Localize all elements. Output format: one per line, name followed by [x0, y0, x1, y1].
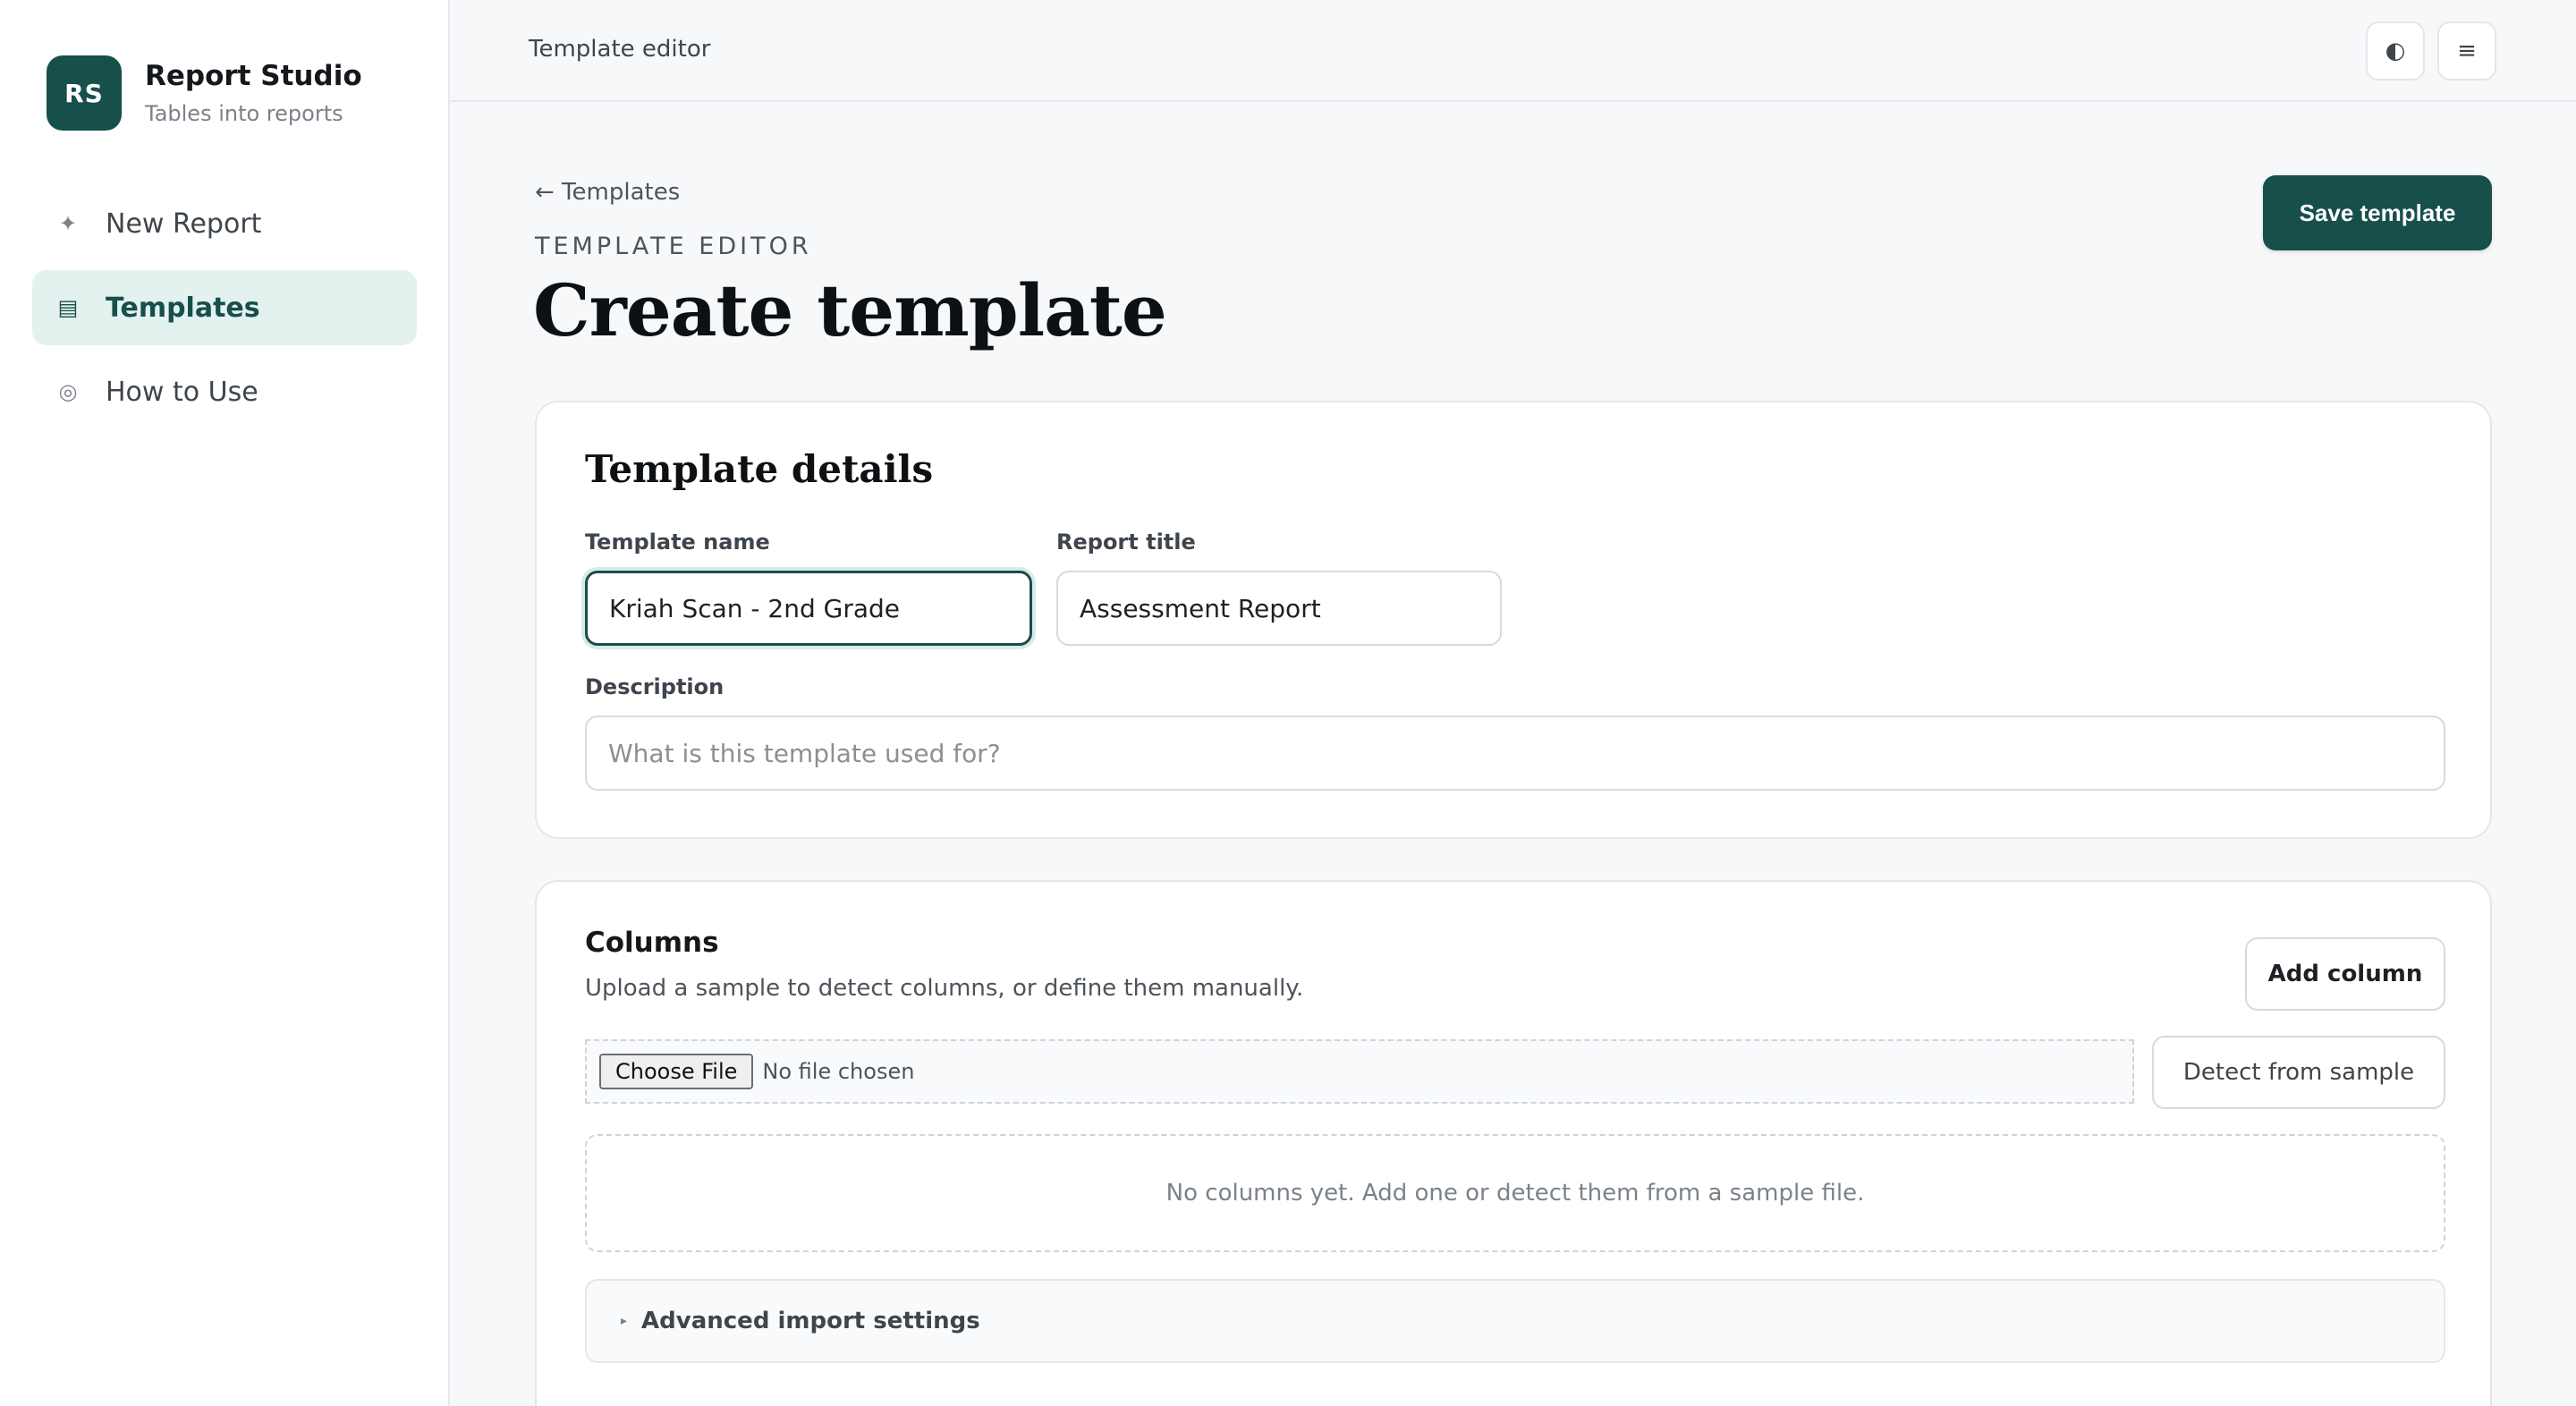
brand-subtitle: Tables into reports: [145, 101, 343, 126]
template-details-title: Template details: [585, 447, 934, 491]
back-to-templates-link[interactable]: ← Templates: [535, 179, 680, 206]
template-details-card: Template details Template name Report ti…: [535, 401, 2492, 839]
brand: RS Report Studio Tables into reports: [47, 55, 362, 131]
report-title-label: Report title: [1056, 529, 1196, 555]
file-upload-zone[interactable]: Choose File No file chosen: [585, 1039, 2134, 1104]
sidebar-item-how-to-use[interactable]: ◎ How to Use: [32, 354, 417, 429]
columns-card: Columns Upload a sample to detect column…: [535, 880, 2492, 1406]
page-title: Create template: [533, 268, 1167, 352]
save-template-button[interactable]: Save template: [2263, 175, 2492, 250]
add-column-button[interactable]: Add column: [2245, 937, 2445, 1011]
description-label: Description: [585, 674, 724, 699]
columns-subtitle: Upload a sample to detect columns, or de…: [585, 975, 1304, 1002]
topbar-title: Template editor: [529, 36, 711, 63]
template-name-label: Template name: [585, 529, 770, 555]
contrast-icon: ◐: [2385, 38, 2406, 64]
columns-empty-state: No columns yet. Add one or detect them f…: [585, 1134, 2445, 1252]
advanced-import-settings-label: Advanced import settings: [641, 1308, 980, 1334]
sidebar: RS Report Studio Tables into reports ✦ N…: [0, 0, 450, 1406]
help-circle-icon: ◎: [58, 379, 78, 404]
sparkle-icon: ✦: [58, 211, 78, 236]
report-title-input[interactable]: [1056, 571, 1502, 646]
sidebar-item-label: How to Use: [106, 376, 258, 408]
topbar: Template editor ◐ ≡: [450, 0, 2576, 102]
sidebar-item-label: Templates: [106, 292, 260, 324]
template-name-input[interactable]: [585, 571, 1032, 646]
menu-button[interactable]: ≡: [2437, 21, 2496, 80]
advanced-import-settings-toggle[interactable]: ▸ Advanced import settings: [585, 1279, 2445, 1363]
sidebar-nav: ✦ New Report ▤ Templates ◎ How to Use: [32, 186, 417, 438]
brand-name: Report Studio: [145, 60, 362, 92]
caret-right-icon: ▸: [621, 1314, 628, 1328]
columns-title: Columns: [585, 927, 719, 959]
choose-file-button[interactable]: Choose File: [599, 1054, 754, 1089]
sidebar-item-label: New Report: [106, 208, 262, 240]
theme-toggle-button[interactable]: ◐: [2366, 21, 2425, 80]
file-status: No file chosen: [762, 1059, 915, 1084]
description-input[interactable]: [585, 716, 2445, 791]
empty-state-text: No columns yet. Add one or detect them f…: [1165, 1180, 1865, 1207]
brand-logo: RS: [47, 55, 122, 131]
menu-icon: ≡: [2457, 38, 2477, 64]
sidebar-item-new-report[interactable]: ✦ New Report: [32, 186, 417, 261]
list-icon: ▤: [57, 295, 79, 320]
brand-text: Report Studio Tables into reports: [145, 60, 362, 126]
detect-from-sample-button[interactable]: Detect from sample: [2152, 1036, 2445, 1109]
page-eyebrow: TEMPLATE EDITOR: [535, 233, 812, 260]
sidebar-item-templates[interactable]: ▤ Templates: [32, 270, 417, 345]
